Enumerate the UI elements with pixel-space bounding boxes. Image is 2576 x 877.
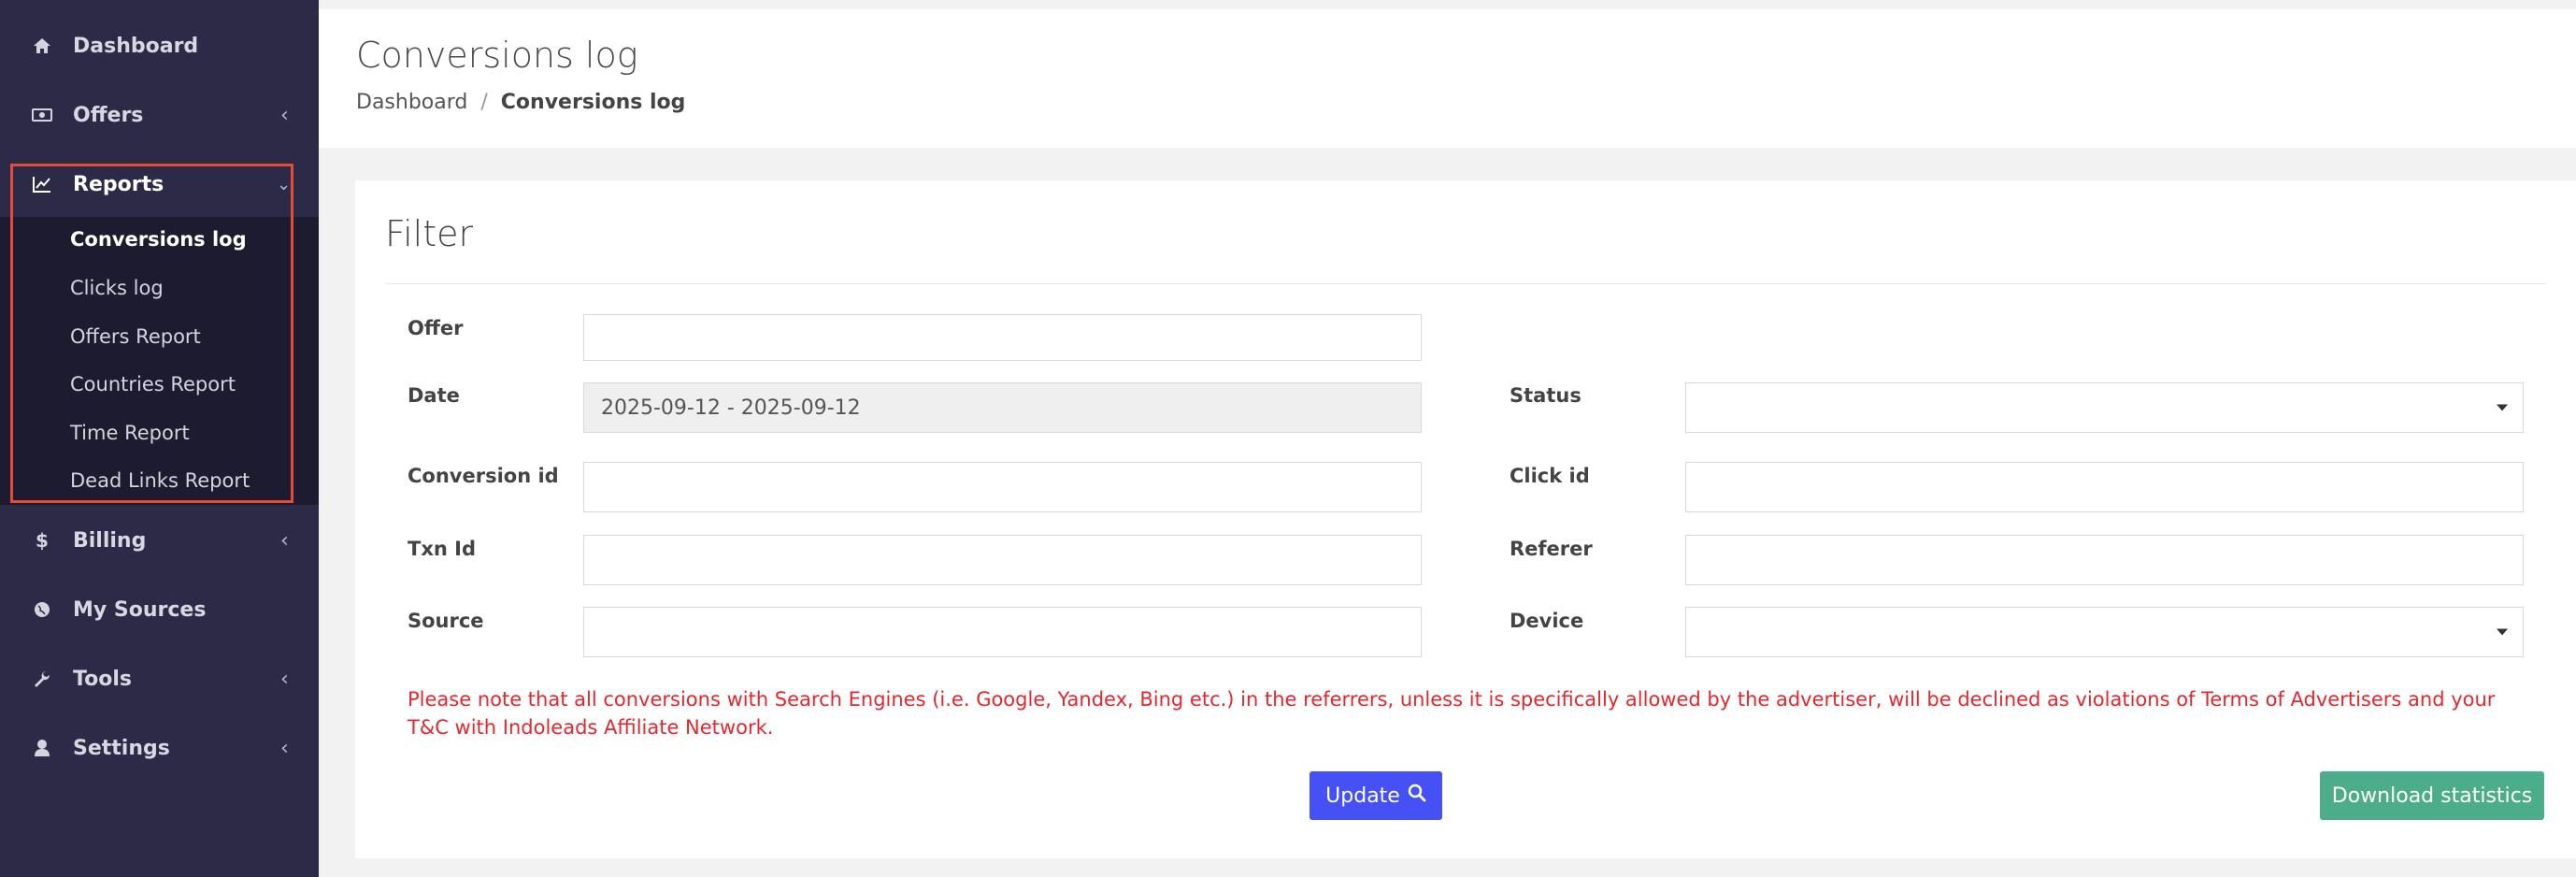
conversion-id-label: Conversion id bbox=[408, 465, 559, 487]
reports-submenu: Conversions log Clicks log Offers Report… bbox=[0, 217, 319, 505]
breadcrumb-current: Conversions log bbox=[500, 91, 686, 114]
submenu-item-conversions-log[interactable]: Conversions log bbox=[70, 228, 247, 251]
submenu-item-time-report[interactable]: Time Report bbox=[70, 422, 190, 444]
filter-card: Filter Offer Date 2025-09-12 - 2025-09-1… bbox=[355, 180, 2576, 858]
download-button-label: Download statistics bbox=[2331, 784, 2533, 808]
submenu-item-countries-report[interactable]: Countries Report bbox=[70, 373, 236, 395]
update-button-label: Update bbox=[1325, 784, 1400, 808]
caret-down-icon bbox=[2497, 404, 2508, 411]
sidebar-item-billing[interactable]: $ Billing ‹ bbox=[0, 506, 319, 575]
submenu-item-offers-report[interactable]: Offers Report bbox=[70, 325, 201, 348]
sidebar-item-settings[interactable]: Settings ‹ bbox=[0, 713, 319, 783]
wrench-icon bbox=[30, 667, 54, 691]
sidebar-item-offers[interactable]: Offers ‹ bbox=[0, 80, 319, 150]
user-icon bbox=[30, 736, 54, 760]
page-header: Conversions log Dashboard / Conversions … bbox=[319, 9, 2576, 148]
search-icon bbox=[1408, 784, 1426, 808]
device-label: Device bbox=[1510, 610, 1584, 632]
breadcrumb: Dashboard / Conversions log bbox=[356, 91, 685, 114]
page-title: Conversions log bbox=[356, 35, 638, 76]
date-label: Date bbox=[408, 384, 460, 407]
txn-id-input[interactable] bbox=[583, 535, 1422, 585]
chevron-left-icon: ‹ bbox=[280, 667, 289, 691]
status-select[interactable] bbox=[1685, 382, 2524, 433]
money-icon bbox=[30, 103, 54, 127]
sidebar-item-label: My Sources bbox=[73, 597, 207, 622]
sidebar-item-label: Offers bbox=[73, 103, 144, 127]
divider bbox=[385, 283, 2546, 284]
caret-down-icon bbox=[2497, 628, 2508, 636]
filter-title: Filter bbox=[385, 213, 474, 254]
chevron-left-icon: ‹ bbox=[280, 528, 289, 553]
txn-id-label: Txn Id bbox=[408, 538, 476, 560]
status-label: Status bbox=[1510, 384, 1581, 407]
sidebar-item-label: Reports bbox=[73, 172, 165, 196]
chevron-left-icon: ‹ bbox=[280, 736, 289, 760]
conversion-id-input[interactable] bbox=[583, 462, 1422, 512]
source-label: Source bbox=[408, 610, 484, 632]
home-icon bbox=[30, 34, 54, 58]
submenu-item-dead-links-report[interactable]: Dead Links Report bbox=[70, 469, 250, 492]
dollar-icon: $ bbox=[36, 529, 49, 552]
download-statistics-button[interactable]: Download statistics bbox=[2320, 771, 2544, 820]
breadcrumb-dashboard-link[interactable]: Dashboard bbox=[356, 91, 467, 114]
globe-icon bbox=[30, 597, 54, 622]
sidebar-item-label: Dashboard bbox=[73, 34, 199, 58]
sidebar: Dashboard Offers ‹ Reports ⌄ Conversions… bbox=[0, 0, 319, 877]
chevron-left-icon: ‹ bbox=[280, 103, 289, 127]
top-strip bbox=[319, 0, 2576, 9]
sidebar-item-label: Tools bbox=[73, 667, 132, 691]
referer-label: Referer bbox=[1510, 538, 1593, 560]
submenu-item-clicks-log[interactable]: Clicks log bbox=[70, 277, 164, 299]
sidebar-item-tools[interactable]: Tools ‹ bbox=[0, 644, 319, 713]
click-id-label: Click id bbox=[1510, 465, 1590, 487]
offer-label: Offer bbox=[408, 317, 464, 339]
click-id-input[interactable] bbox=[1685, 462, 2524, 512]
search-engine-notice: Please note that all conversions with Se… bbox=[408, 688, 2496, 739]
date-range-input[interactable]: 2025-09-12 - 2025-09-12 bbox=[583, 382, 1422, 433]
source-input[interactable] bbox=[583, 607, 1422, 657]
sidebar-item-label: Settings bbox=[73, 736, 170, 760]
chart-line-icon bbox=[30, 172, 54, 196]
sidebar-item-dashboard[interactable]: Dashboard bbox=[0, 11, 319, 80]
sidebar-item-reports[interactable]: Reports ⌄ bbox=[0, 150, 319, 219]
breadcrumb-separator: / bbox=[480, 91, 488, 114]
device-select[interactable] bbox=[1685, 607, 2524, 657]
offer-input[interactable] bbox=[583, 314, 1422, 361]
chevron-down-icon: ⌄ bbox=[277, 174, 292, 194]
referer-input[interactable] bbox=[1685, 535, 2524, 585]
sidebar-item-label: Billing bbox=[73, 528, 147, 553]
update-button[interactable]: Update bbox=[1309, 771, 1442, 820]
sidebar-item-my-sources[interactable]: My Sources bbox=[0, 575, 319, 644]
